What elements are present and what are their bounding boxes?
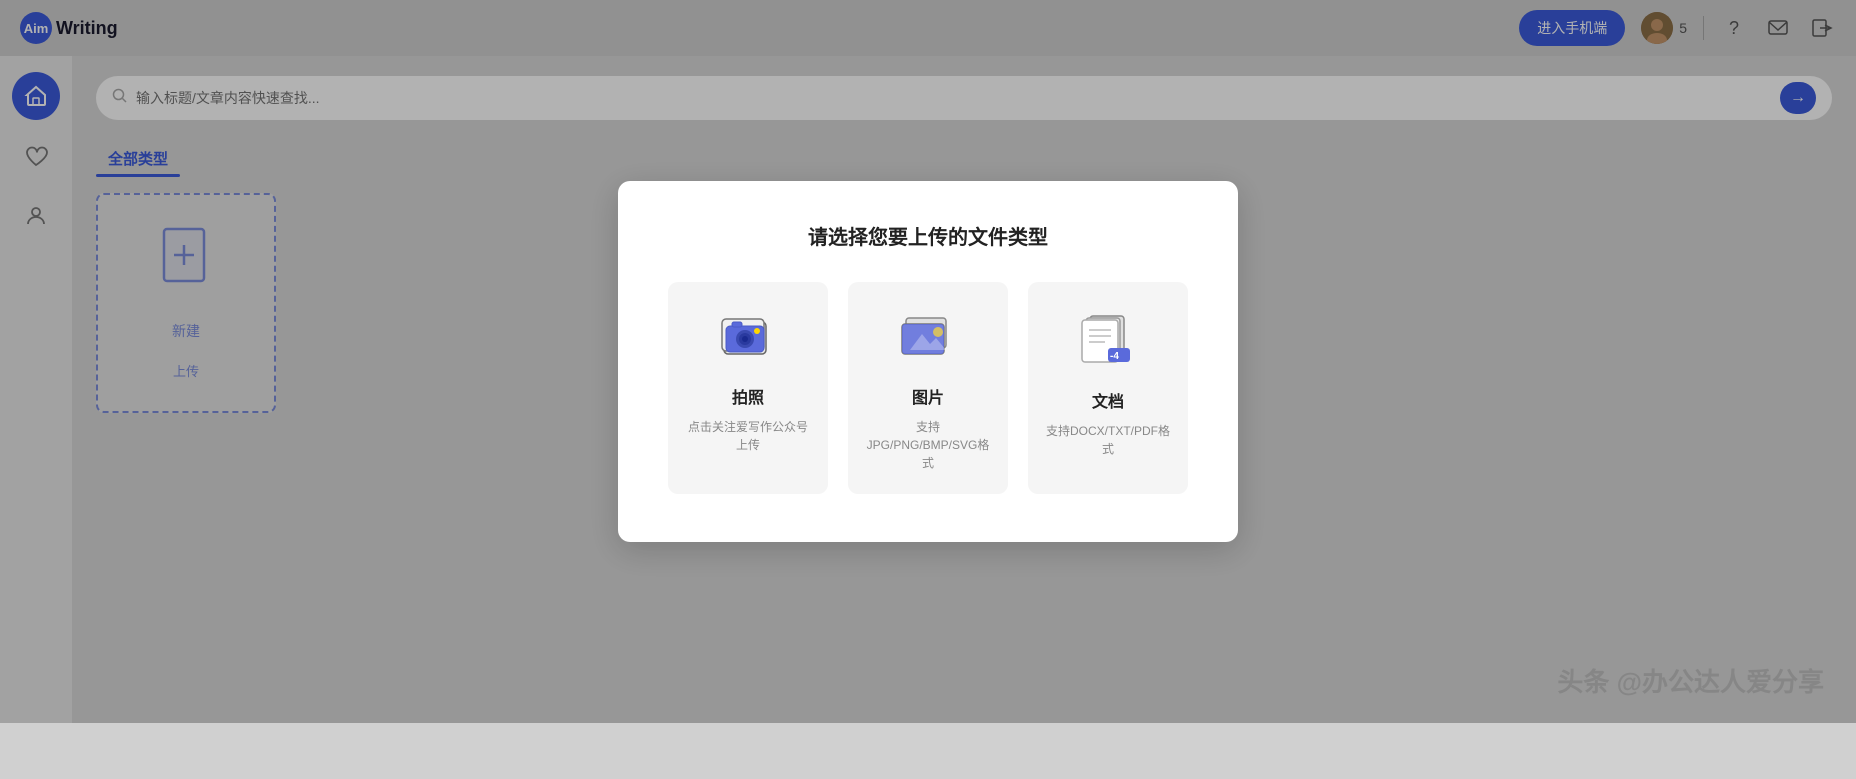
modal-title: 请选择您要上传的文件类型 (666, 221, 1190, 250)
overlay[interactable]: 请选择您要上传的文件类型 (0, 0, 1856, 723)
modal-option-image[interactable]: 图片 支持JPG/PNG/BMP/SVG格式 (848, 282, 1008, 494)
image-option-title: 图片 (912, 384, 944, 408)
modal: 请选择您要上传的文件类型 (618, 181, 1238, 542)
camera-icon (720, 312, 776, 370)
modal-option-photo[interactable]: 拍照 点击关注爱写作公众号上传 (668, 282, 828, 494)
modal-options: 拍照 点击关注爱写作公众号上传 (666, 282, 1190, 494)
svg-text:-4: -4 (1110, 351, 1119, 362)
modal-option-document[interactable]: -4 文档 支持DOCX/TXT/PDF格式 (1028, 282, 1188, 494)
image-option-desc: 支持JPG/PNG/BMP/SVG格式 (866, 418, 990, 472)
document-option-desc: 支持DOCX/TXT/PDF格式 (1046, 422, 1170, 458)
photo-option-title: 拍照 (732, 384, 764, 408)
document-option-title: 文档 (1092, 388, 1124, 412)
photo-option-desc: 点击关注爱写作公众号上传 (686, 418, 810, 454)
image-icon (900, 312, 956, 370)
document-icon: -4 (1080, 312, 1136, 374)
